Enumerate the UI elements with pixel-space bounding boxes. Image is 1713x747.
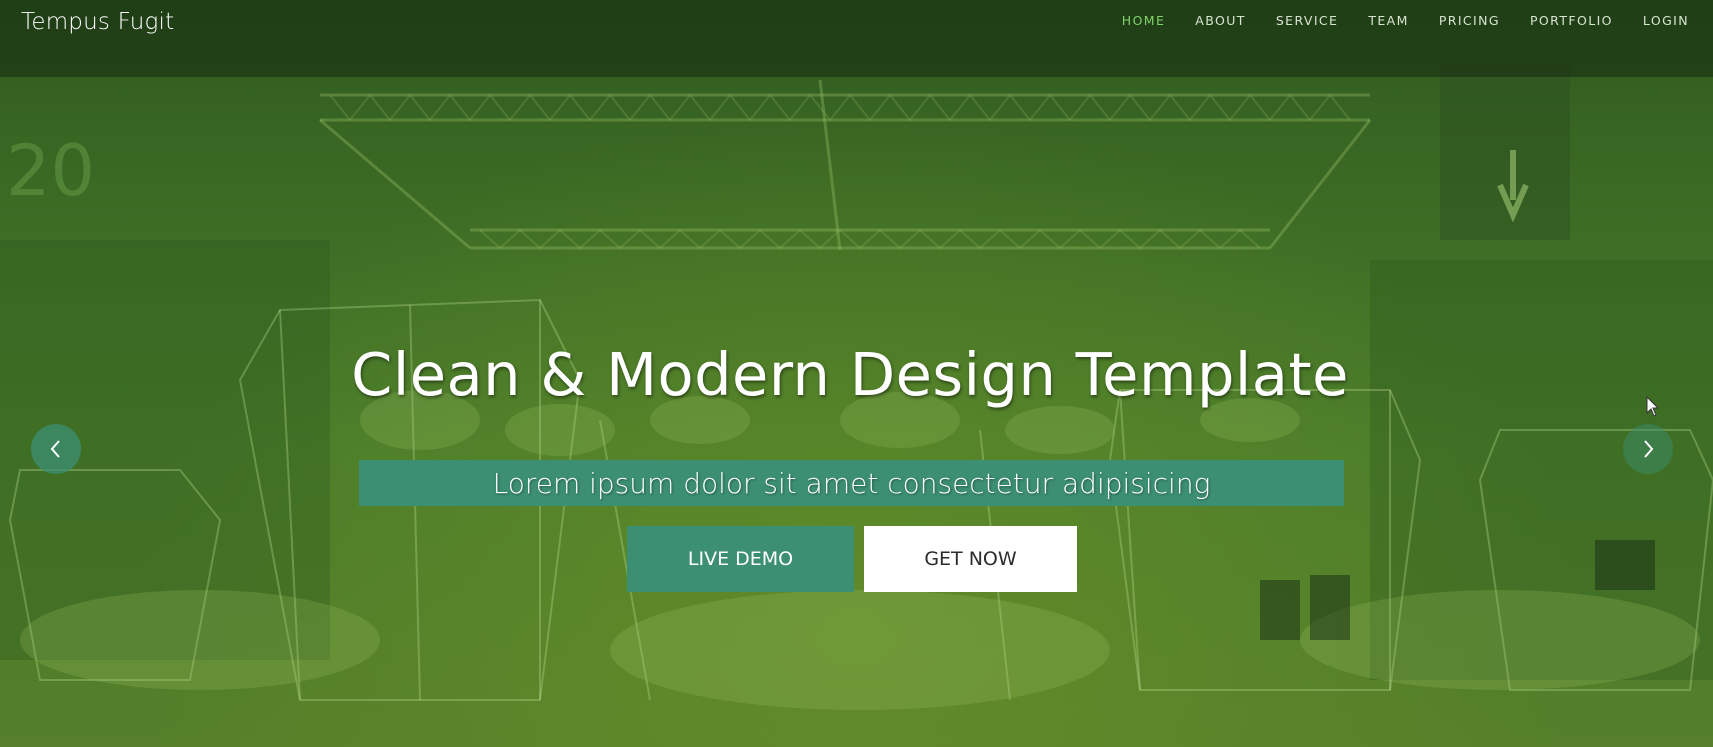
svg-text:20: 20 [6, 130, 95, 212]
brand-logo[interactable]: Tempus Fugit [21, 9, 174, 35]
hero-subtitle: Lorem ipsum dolor sit amet consectetur a… [492, 466, 1211, 500]
nav-item-portfolio[interactable]: PORTFOLIO [1530, 13, 1613, 28]
hero-subtitle-bar: Lorem ipsum dolor sit amet consectetur a… [359, 460, 1344, 506]
get-now-button[interactable]: GET NOW [864, 526, 1077, 592]
nav-item-about[interactable]: ABOUT [1195, 13, 1246, 28]
top-navbar: Tempus Fugit HOME ABOUT SERVICE TEAM PRI… [0, 0, 1713, 77]
nav-item-login[interactable]: LOGIN [1643, 13, 1689, 28]
carousel-prev-button[interactable] [31, 424, 81, 474]
carousel-next-button[interactable] [1623, 424, 1673, 474]
live-demo-button[interactable]: LIVE DEMO [627, 526, 854, 592]
nav-item-team[interactable]: TEAM [1368, 13, 1408, 28]
nav-item-home[interactable]: HOME [1122, 13, 1166, 28]
mouse-cursor-icon [1646, 396, 1660, 417]
chevron-left-icon [50, 440, 60, 458]
nav-menu: HOME ABOUT SERVICE TEAM PRICING PORTFOLI… [1092, 0, 1713, 40]
hero-headline: Clean & Modern Design Template [351, 340, 1349, 409]
nav-item-pricing[interactable]: PRICING [1439, 13, 1500, 28]
chevron-right-icon [1644, 440, 1654, 458]
hero-section: 20 Tempus Fugit HOME ABOUT SERVICE TEAM … [0, 0, 1713, 747]
nav-item-service[interactable]: SERVICE [1276, 13, 1339, 28]
